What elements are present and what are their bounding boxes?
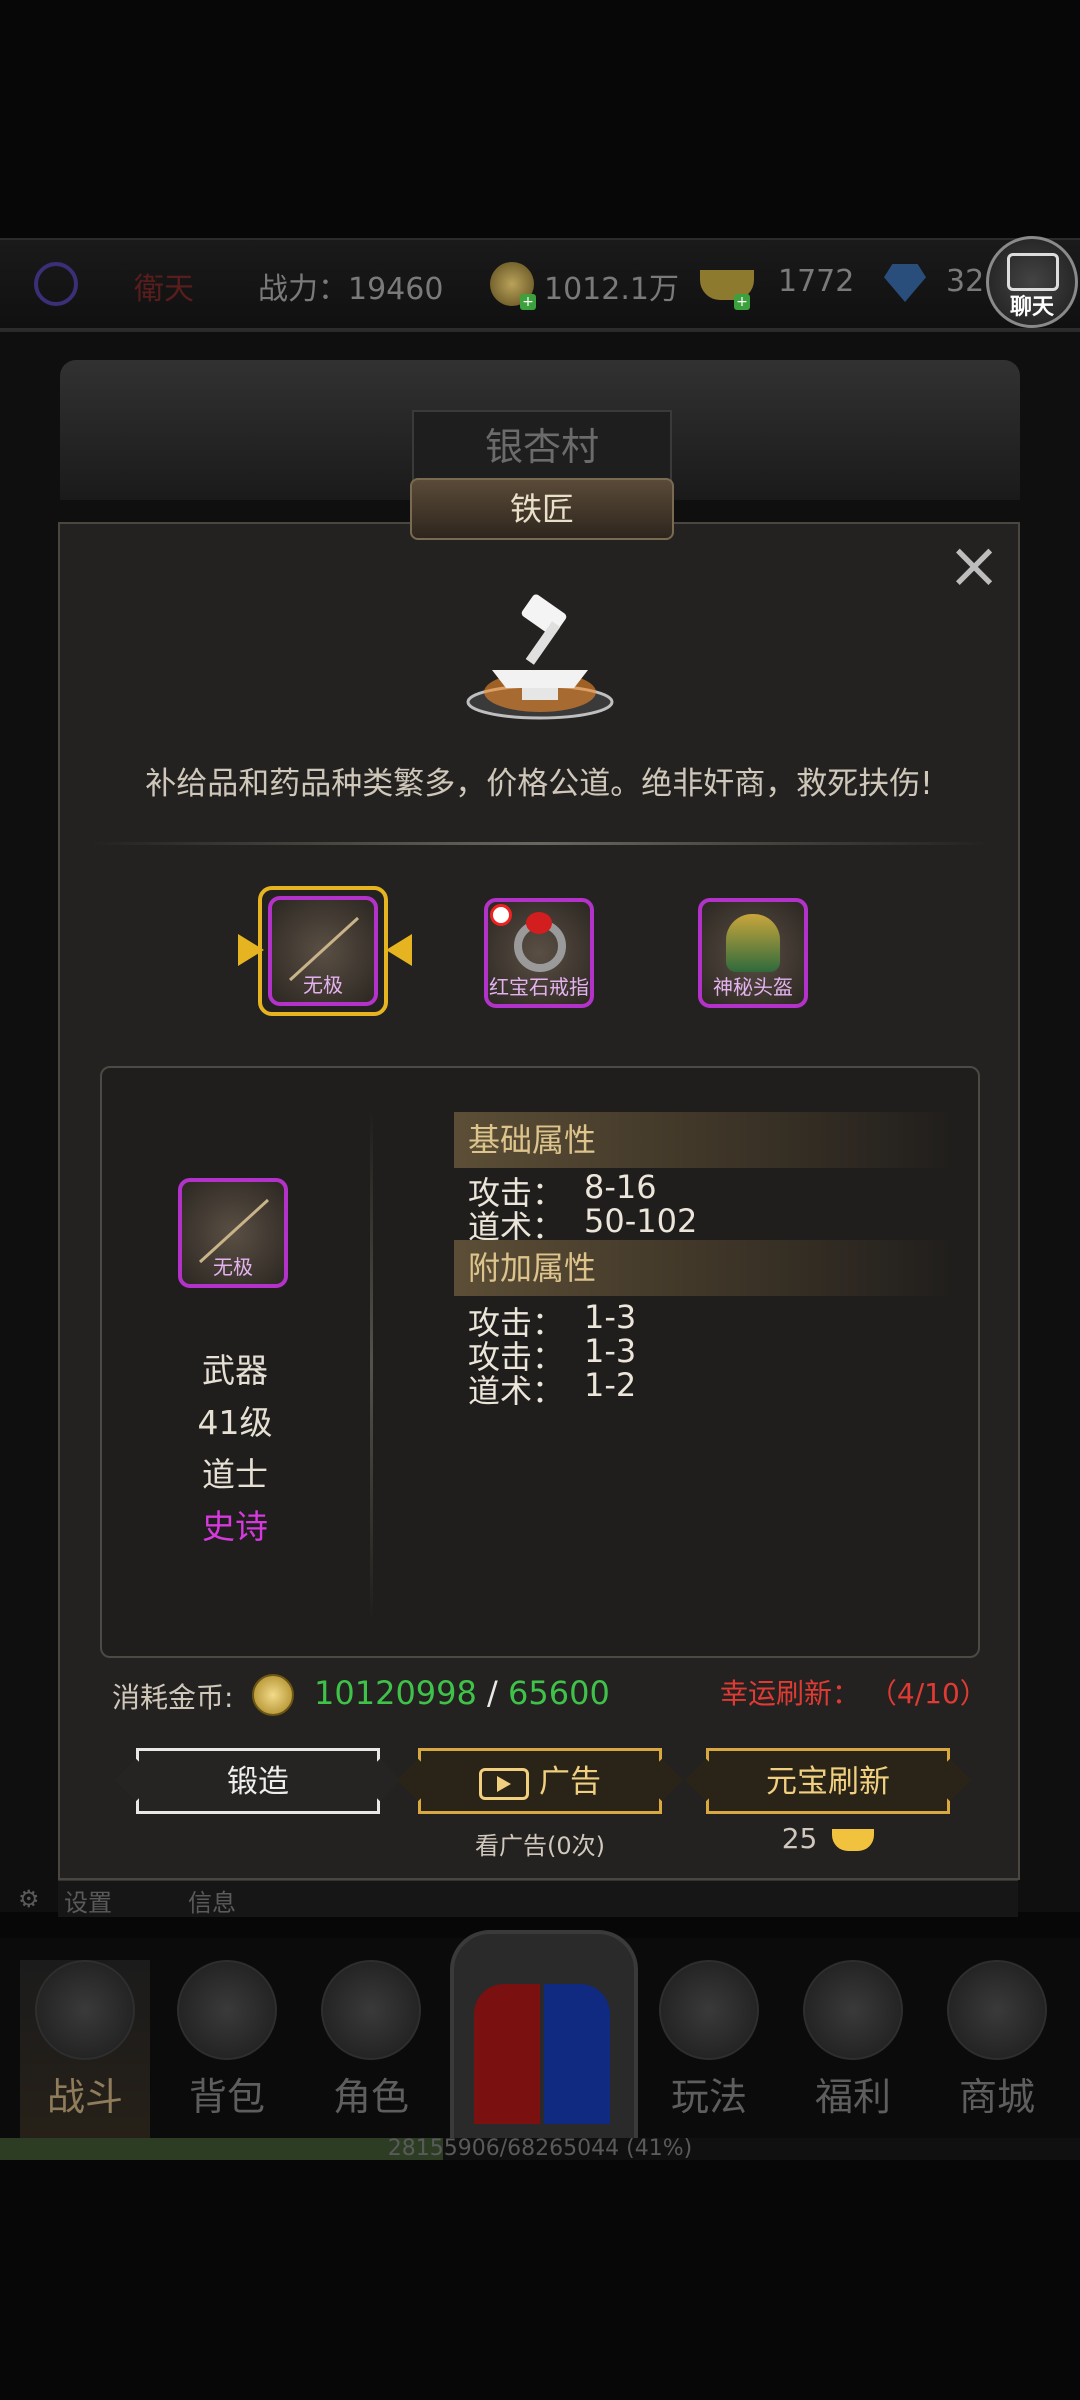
stat-value: 1-3 <box>584 1298 637 1336</box>
gold-coin-icon <box>252 1674 294 1716</box>
chat-label: 聊天 <box>1009 295 1054 320</box>
stat-value: 1-2 <box>584 1366 637 1404</box>
item-slot-wuji[interactable]: 无极 <box>268 896 378 1006</box>
ingot-refresh-button[interactable]: 元宝刷新 <box>706 1748 950 1814</box>
ingot-icon <box>832 1829 875 1851</box>
item-class: 道士 <box>202 1455 268 1494</box>
extra-attributes-title: 附加属性 <box>454 1240 954 1296</box>
ruby-gem-icon <box>526 912 552 934</box>
play-video-icon <box>479 1767 529 1800</box>
item-label: 神秘头盔 <box>713 975 793 999</box>
nav-item-battle[interactable]: 战斗 <box>20 1960 150 2140</box>
player-name: 衛天 <box>134 272 194 307</box>
nav-item-backpack[interactable]: 背包 <box>162 1960 292 2140</box>
gold-needed: 65600 <box>508 1674 610 1712</box>
stat-value: 8-16 <box>584 1168 657 1206</box>
nav-item-welfare[interactable]: 福利 <box>788 1960 918 2140</box>
base-attributes-title: 基础属性 <box>454 1112 954 1168</box>
nav-label: 玩法 <box>670 2075 747 2119</box>
refresh-cost: 25 <box>706 1822 950 1855</box>
npc-slogan: 补给品和药品种类繁多，价格公道。绝非奸商，救死扶伤! <box>145 766 933 802</box>
anvil-icon <box>466 594 614 720</box>
top-status-bar: 衛天 战力：19460 + 1012.1万 + 1772 32 <box>0 238 1080 330</box>
ad-count-text: 看广告(0次) <box>475 1832 605 1860</box>
portal-blue-half <box>544 1984 610 2124</box>
shop-icon <box>947 1960 1047 2060</box>
gold-owned: 10120998 <box>314 1674 477 1712</box>
experience-text: 28155906/68265044 (41%) <box>387 2136 693 2161</box>
combat-power: 战力：19460 <box>258 272 444 307</box>
diamond-icon <box>884 264 926 302</box>
portal-button[interactable] <box>450 1930 638 2148</box>
nav-item-shop[interactable]: 商城 <box>932 1960 1062 2140</box>
select-arrow-right-icon <box>386 934 412 966</box>
item-level: 41级 <box>197 1403 273 1442</box>
watch-ad-button[interactable]: 广告 <box>418 1748 662 1814</box>
nav-item-gameplay[interactable]: 玩法 <box>644 1960 774 2140</box>
nav-label: 战斗 <box>46 2075 123 2119</box>
forge-button[interactable]: 锻造 <box>136 1748 380 1814</box>
stat-value: 50-102 <box>584 1202 698 1240</box>
item-label: 无极 <box>303 973 343 997</box>
under-panel-strip: ⚙ 设置 信息 <box>18 1880 1018 1918</box>
add-coin-icon[interactable]: + <box>520 294 536 310</box>
stat-value: 1-3 <box>584 1332 637 1370</box>
nav-label: 福利 <box>814 2075 891 2119</box>
add-ingot-icon[interactable]: + <box>734 294 750 310</box>
character-icon <box>321 1960 421 2060</box>
nav-label: 角色 <box>332 2075 409 2119</box>
chat-bubble-icon <box>1007 253 1059 291</box>
portal-red-half <box>474 1984 540 2124</box>
item-label: 无极 <box>213 1255 253 1279</box>
item-quality: 史诗 <box>202 1507 268 1546</box>
stat-name: 道术： <box>468 1372 565 1410</box>
item-label: 红宝石戒指 <box>489 975 589 999</box>
forbidden-icon <box>490 904 512 926</box>
cost-label: 消耗金币: <box>112 1681 234 1714</box>
coin-count: 1012.1万 <box>544 272 679 307</box>
refresh-cost-value: 25 <box>781 1822 818 1855</box>
backpack-icon <box>177 1960 277 2060</box>
detail-divider <box>370 1110 373 1620</box>
gameplay-icon <box>659 1960 759 2060</box>
extra-stat-row: 道术： 1-2 <box>468 1366 636 1412</box>
info-label[interactable]: 信息 <box>188 1883 236 1918</box>
chest-icon <box>803 1960 903 2060</box>
gear-icon[interactable]: ⚙ <box>18 1885 40 1913</box>
npc-title: 铁匠 <box>410 478 674 540</box>
nav-item-character[interactable]: 角色 <box>306 1960 436 2140</box>
helmet-icon <box>726 914 780 972</box>
lucky-refresh-count: 幸运刷新： （4/10） <box>720 1677 988 1710</box>
ingot-count: 1772 <box>778 264 855 299</box>
item-slot-mystery-helmet[interactable]: 神秘头盔 <box>698 898 808 1008</box>
item-type: 武器 <box>202 1351 268 1390</box>
diamond-count: 32 <box>946 264 985 299</box>
chat-button[interactable]: 聊天 <box>986 236 1078 328</box>
item-slot-ruby-ring[interactable]: 红宝石戒指 <box>484 898 594 1008</box>
settings-label[interactable]: 设置 <box>64 1883 112 1918</box>
faction-icon <box>34 262 78 306</box>
ad-label: 广告 <box>539 1764 601 1800</box>
nav-label: 商城 <box>958 2075 1035 2119</box>
village-name: 银杏村 <box>412 410 672 484</box>
divider <box>90 842 990 845</box>
detail-item-icon: 无极 <box>178 1178 288 1288</box>
nav-label: 背包 <box>188 2075 265 2119</box>
cost-separator: / <box>476 1674 508 1712</box>
swords-icon <box>35 1960 135 2060</box>
close-icon[interactable]: × <box>944 534 1004 598</box>
cost-amount: 10120998 / 65600 <box>314 1674 610 1712</box>
